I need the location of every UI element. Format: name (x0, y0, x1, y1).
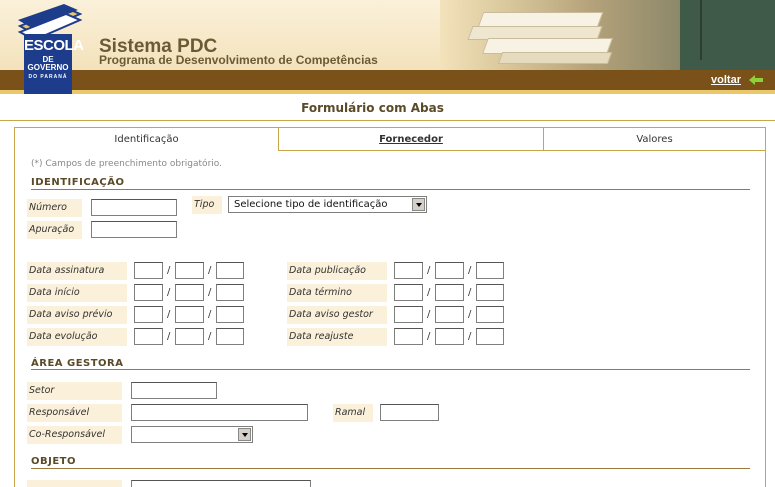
year-input[interactable] (216, 328, 244, 345)
date-separator: / (427, 265, 431, 276)
date-label: Data término (287, 284, 387, 302)
gold-divider (0, 90, 775, 94)
header-banner: Sistema PDC Programa de Desenvolvimento … (0, 0, 775, 70)
month-input[interactable] (175, 306, 204, 323)
escola-governo-logo: ESCOLA DE GOVERNO DO PARANÁ (16, 4, 84, 94)
month-input[interactable] (175, 284, 204, 301)
title-rule (0, 120, 775, 121)
year-input[interactable] (476, 328, 504, 345)
arrow-left-icon[interactable] (749, 75, 763, 85)
section-divider (31, 468, 750, 469)
year-input[interactable] (476, 284, 504, 301)
date-separator: / (208, 331, 212, 342)
date-separator: / (427, 331, 431, 342)
ramal-input[interactable] (380, 404, 439, 421)
tab-identificacao[interactable]: Identificação (14, 127, 279, 151)
month-input[interactable] (435, 262, 464, 279)
date-label: Data evolução (27, 328, 127, 346)
day-input[interactable] (134, 262, 163, 279)
year-input[interactable] (216, 306, 244, 323)
back-link[interactable]: voltar (711, 74, 741, 86)
date-separator: / (427, 287, 431, 298)
month-input[interactable] (435, 328, 464, 345)
date-separator: / (167, 287, 171, 298)
date-separator: / (208, 287, 212, 298)
section-objeto-heading: OBJETO (31, 456, 76, 467)
setor-label: Setor (27, 382, 122, 400)
header-photo (440, 0, 775, 70)
date-label: Data aviso gestor (287, 306, 387, 324)
objeto-label (27, 480, 122, 487)
date-label: Data aviso prévio (27, 306, 127, 324)
month-input[interactable] (175, 262, 204, 279)
date-separator: / (208, 265, 212, 276)
responsavel-input[interactable] (131, 404, 308, 421)
coresponsavel-select[interactable] (131, 426, 253, 443)
date-separator: / (167, 331, 171, 342)
day-input[interactable] (134, 284, 163, 301)
day-input[interactable] (134, 328, 163, 345)
nav-bar (0, 70, 775, 90)
month-input[interactable] (175, 328, 204, 345)
section-identificacao-heading: IDENTIFICAÇÃO (31, 177, 125, 188)
apuracao-input[interactable] (91, 221, 177, 238)
date-separator: / (468, 309, 472, 320)
ramal-label: Ramal (333, 404, 373, 422)
form-title: Formulário com Abas (301, 101, 444, 115)
day-input[interactable] (394, 284, 423, 301)
coresponsavel-label: Co-Responsável (27, 426, 122, 444)
date-label: Data início (27, 284, 127, 302)
required-note: (*) Campos de preenchimento obrigatório. (31, 159, 222, 169)
section-divider (31, 189, 750, 190)
tipo-label: Tipo (192, 196, 222, 214)
year-input[interactable] (216, 262, 244, 279)
date-separator: / (208, 309, 212, 320)
tipo-select[interactable]: Selecione tipo de identificação (228, 196, 427, 213)
chevron-down-icon[interactable] (238, 428, 251, 441)
date-label: Data publicação (287, 262, 387, 280)
numero-input[interactable] (91, 199, 177, 216)
day-input[interactable] (394, 306, 423, 323)
date-label: Data reajuste (287, 328, 387, 346)
year-input[interactable] (476, 262, 504, 279)
date-separator: / (427, 309, 431, 320)
chevron-down-icon[interactable] (412, 198, 425, 211)
day-input[interactable] (394, 262, 423, 279)
date-separator: / (468, 265, 472, 276)
day-input[interactable] (394, 328, 423, 345)
numero-label: Número (27, 199, 82, 217)
month-input[interactable] (435, 306, 464, 323)
date-label: Data assinatura (27, 262, 127, 280)
objeto-input[interactable] (131, 480, 311, 487)
app-subtitle: Programa de Desenvolvimento de Competênc… (99, 53, 378, 67)
responsavel-label: Responsável (27, 404, 122, 422)
apuracao-label: Apuração (27, 221, 82, 239)
section-area-gestora-heading: ÁREA GESTORA (31, 358, 124, 369)
date-separator: / (167, 265, 171, 276)
tab-valores[interactable]: Valores (544, 127, 766, 151)
setor-input[interactable] (131, 382, 217, 399)
date-separator: / (167, 309, 171, 320)
year-input[interactable] (476, 306, 504, 323)
form-tabs: Identificação Fornecedor Valores (14, 127, 766, 151)
tab-fornecedor[interactable]: Fornecedor (279, 127, 544, 151)
month-input[interactable] (435, 284, 464, 301)
year-input[interactable] (216, 284, 244, 301)
section-divider (31, 369, 750, 370)
date-separator: / (468, 331, 472, 342)
date-separator: / (468, 287, 472, 298)
day-input[interactable] (134, 306, 163, 323)
